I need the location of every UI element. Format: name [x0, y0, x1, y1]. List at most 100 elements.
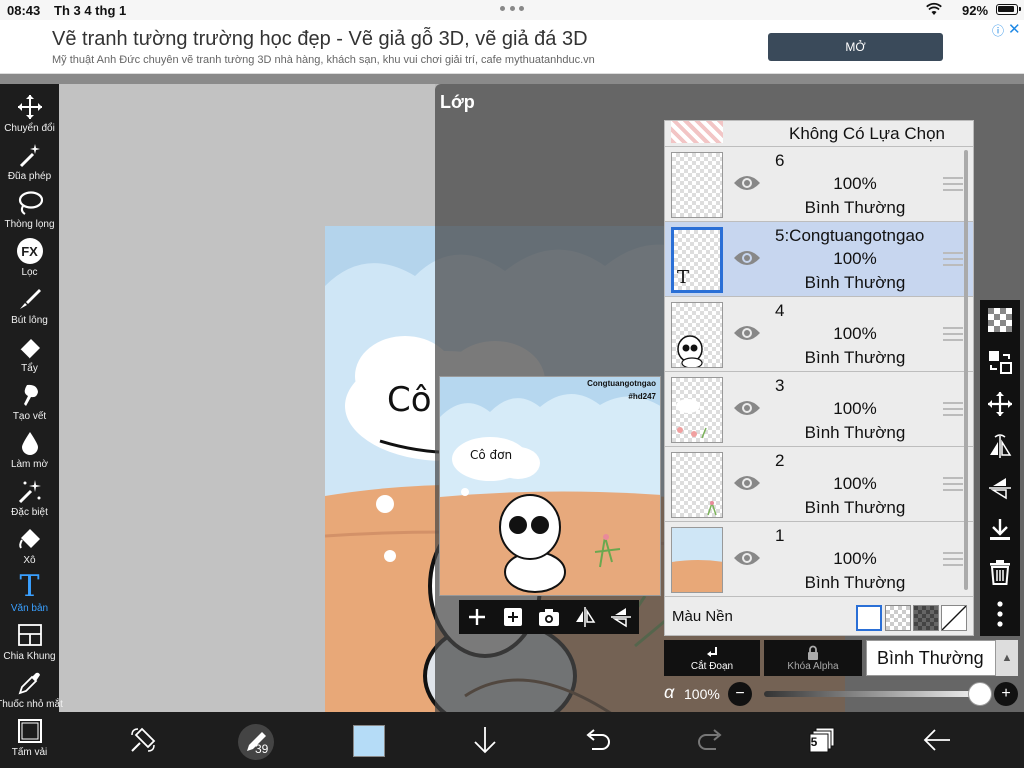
tool-move[interactable]: Chuyển đổi [0, 92, 59, 140]
layer-list-scrollbar[interactable] [964, 150, 968, 590]
move-layer-icon[interactable] [984, 388, 1016, 420]
bucket-icon [15, 524, 45, 554]
bg-dark-checker-swatch[interactable] [913, 605, 939, 631]
special-sparkle-icon [15, 476, 45, 506]
download-arrow-icon[interactable] [465, 722, 505, 758]
visibility-eye-icon[interactable] [733, 173, 761, 193]
lasso-icon [15, 188, 45, 218]
redo-icon[interactable] [691, 722, 731, 758]
tool-blur-drop[interactable]: Làm mờ [0, 428, 59, 476]
blend-mode-dropdown-icon[interactable]: ▲ [996, 640, 1018, 676]
flip-horizontal-icon[interactable] [571, 603, 599, 631]
ad-open-button[interactable]: MỞ [768, 33, 943, 61]
layer-list[interactable]: Không Có Lựa Chọn 6 100% Bình Thường T 5… [664, 120, 974, 636]
eyedropper-icon [15, 668, 45, 698]
ad-title[interactable]: Vẽ tranh tường trường học đẹp - Vẽ giả g… [52, 28, 588, 51]
selection-layer-row[interactable]: Không Có Lựa Chọn [665, 121, 973, 147]
current-color-swatch[interactable] [353, 725, 385, 757]
tool-magic-wand[interactable]: Đũa phép [0, 140, 59, 188]
tool-special-sparkle[interactable]: Đặc biệt [0, 476, 59, 524]
drag-handle-icon[interactable] [943, 177, 963, 191]
ad-close-icon[interactable]: ✕ [1008, 20, 1021, 38]
bg-transparent-swatch[interactable] [885, 605, 911, 631]
drag-handle-icon[interactable] [943, 402, 963, 416]
drag-handle-icon[interactable] [943, 552, 963, 566]
layer-thumbnail: T [671, 227, 723, 293]
layer-row-3[interactable]: 3 100% Bình Thường [665, 372, 973, 447]
layer-row-1[interactable]: 1 100% Bình Thường [665, 522, 973, 597]
opacity-decrease-button[interactable]: − [728, 682, 752, 706]
canvas-cloud-text: Cô [387, 380, 432, 420]
visibility-eye-icon[interactable] [733, 548, 761, 568]
drag-handle-icon[interactable] [943, 252, 963, 266]
layer-actions-toolbar [980, 300, 1020, 636]
layer-row-5[interactable]: T 5:Congtuangotngao 100% Bình Thường [665, 222, 973, 297]
opacity-increase-button[interactable]: + [994, 682, 1018, 706]
ad-info-icon[interactable]: ⓘ [992, 22, 1004, 39]
add-layer-copy-icon[interactable] [499, 603, 527, 631]
flip-vertical-icon[interactable] [607, 603, 635, 631]
status-date: Th 3 4 thg 1 [54, 3, 127, 18]
quick-tools-icon[interactable] [123, 722, 163, 758]
visibility-eye-icon[interactable] [733, 473, 761, 493]
tool-smudge[interactable]: Tạo vết [0, 380, 59, 428]
tool-bucket[interactable]: Xô [0, 524, 59, 572]
merge-down-icon[interactable] [984, 514, 1016, 546]
camera-icon[interactable] [535, 603, 563, 631]
bg-none-swatch[interactable] [941, 605, 967, 631]
layer-preview[interactable]: Cô đơn Congtuangotngao #hd247 [439, 376, 661, 596]
visibility-eye-icon[interactable] [733, 398, 761, 418]
drag-handle-icon[interactable] [943, 477, 963, 491]
multitasking-dots-icon[interactable] [500, 6, 524, 14]
layer-name: 5:Congtuangotngao [775, 226, 925, 245]
layer-row-6[interactable]: 6 100% Bình Thường [665, 147, 973, 222]
visibility-eye-icon[interactable] [733, 248, 761, 268]
move-icon [15, 92, 45, 122]
tool-label: Bút lông [11, 315, 48, 326]
layer-name: 2 [775, 451, 785, 470]
background-color-row: Màu Nền [665, 599, 973, 635]
layer-thumbnail [671, 377, 723, 443]
add-layer-icon[interactable] [463, 603, 491, 631]
layer-transform-icon[interactable] [984, 346, 1016, 378]
more-options-icon[interactable] [984, 598, 1016, 630]
tool-frame-divider[interactable]: Chia Khung [0, 620, 59, 668]
visibility-eye-icon[interactable] [733, 323, 761, 343]
back-arrow-icon[interactable] [917, 722, 957, 758]
blend-mode-select[interactable]: Bình Thường [866, 640, 996, 676]
tool-eraser[interactable]: Tẩy [0, 332, 59, 380]
alpha-symbol: α [664, 682, 675, 702]
tool-text-tool[interactable]: T Văn bản [0, 572, 59, 620]
clipping-button[interactable]: Cắt Đoạn [664, 640, 760, 676]
preview-cloud-text: Cô đơn [470, 448, 512, 462]
layer-thumbnail [671, 527, 723, 593]
alpha-lock-button[interactable]: Khóa Alpha [764, 640, 862, 676]
layer-opacity: 100% [833, 174, 877, 193]
tool-label: Làm mờ [10, 459, 49, 470]
tool-label: Đặc biệt [11, 507, 48, 518]
bg-white-swatch[interactable] [856, 605, 882, 631]
status-bar: 08:43 Th 3 4 thg 1 92% [0, 0, 1024, 20]
ad-banner[interactable]: Vẽ tranh tường trường học đẹp - Vẽ giả g… [0, 20, 1024, 74]
layer-row-4[interactable]: 4 100% Bình Thường [665, 297, 973, 372]
opacity-row: α 100% − + [664, 680, 1024, 708]
delete-layer-icon[interactable] [984, 556, 1016, 588]
tool-canvas[interactable]: Tấm vải [0, 716, 59, 764]
layer-opacity: 100% [833, 324, 877, 343]
flip-layer-vertical-icon[interactable] [984, 472, 1016, 504]
tool-brush[interactable]: Bút lông [0, 284, 59, 332]
layer-name: 3 [775, 376, 785, 395]
layer-name: 1 [775, 526, 785, 545]
tool-eyedropper[interactable]: Thuốc nhỏ mắt [0, 668, 63, 716]
checkerboard-icon[interactable] [984, 304, 1016, 336]
undo-icon[interactable] [577, 722, 617, 758]
flip-layer-horizontal-icon[interactable] [984, 430, 1016, 462]
opacity-slider-knob[interactable] [968, 682, 992, 706]
tool-label: Thuốc nhỏ mắt [0, 699, 63, 710]
layer-row-2[interactable]: 2 100% Bình Thường [665, 447, 973, 522]
opacity-slider[interactable] [764, 691, 974, 697]
drag-handle-icon[interactable] [943, 327, 963, 341]
ad-subtitle[interactable]: Mỹ thuật Anh Đức chuyên vẽ tranh tường 3… [52, 54, 595, 66]
tool-fx-filter[interactable]: FX Lọc [0, 236, 59, 284]
tool-lasso[interactable]: Thòng lọng [0, 188, 59, 236]
